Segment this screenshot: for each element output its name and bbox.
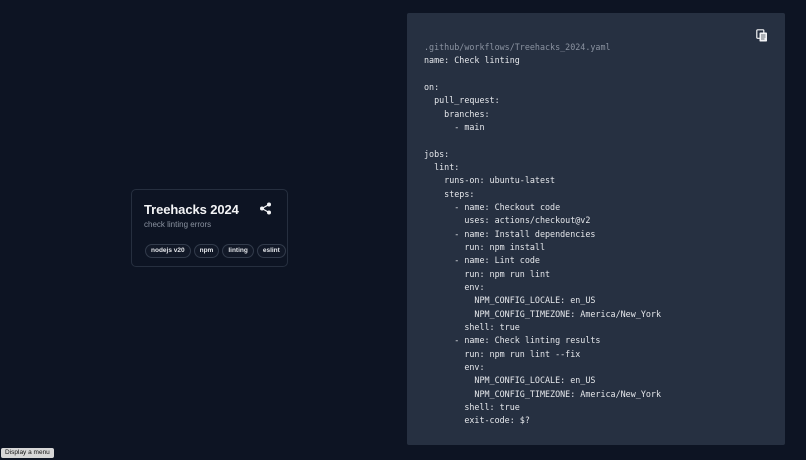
code-line: - main	[424, 121, 485, 132]
code-line: runs-on: ubuntu-latest	[424, 175, 556, 186]
project-subtitle: check linting errors	[144, 220, 212, 229]
tag[interactable]: nodejs v20	[145, 244, 191, 258]
file-path: .github/workflows/Treehacks_2024.yaml	[424, 42, 611, 52]
code-line: NPM_CONFIG_LOCALE: en_US	[424, 375, 596, 386]
project-card[interactable]: Treehacks 2024 check linting errors node…	[131, 189, 288, 267]
code-line: run: npm run lint	[424, 268, 551, 279]
code-line: shell: true	[424, 401, 520, 412]
code-line: exit-code: $?	[424, 415, 530, 426]
code-line: NPM_CONFIG_LOCALE: en_US	[424, 295, 596, 306]
code-line: name: Check linting	[424, 55, 520, 66]
tag[interactable]: linting	[222, 244, 254, 258]
tag[interactable]: npm	[193, 244, 220, 258]
code-line: env:	[424, 281, 485, 292]
code-line: run: npm run lint --fix	[424, 348, 581, 359]
tag-list: nodejs v20 npm linting eslint	[145, 244, 286, 258]
code-line: - name: Install dependencies	[424, 228, 596, 239]
code-line: pull_request:	[424, 95, 500, 106]
code-line: - name: Check linting results	[424, 335, 601, 346]
code-line: env:	[424, 361, 485, 372]
code-panel: .github/workflows/Treehacks_2024.yaml na…	[407, 13, 785, 445]
code-line: NPM_CONFIG_TIMEZONE: America/New_York	[424, 308, 661, 319]
share-icon[interactable]	[259, 202, 272, 215]
code-line: - name: Checkout code	[424, 201, 561, 212]
code-line: - name: Lint code	[424, 255, 540, 266]
tag[interactable]: eslint	[256, 244, 286, 258]
code-line: jobs:	[424, 148, 450, 159]
code-line: NPM_CONFIG_TIMEZONE: America/New_York	[424, 388, 661, 399]
code-line: run: npm install	[424, 241, 546, 252]
code-line: steps:	[424, 188, 475, 199]
menu-tooltip: Display a menu	[1, 448, 54, 458]
code-line: uses: actions/checkout@v2	[424, 215, 591, 226]
code-line: lint:	[424, 161, 460, 172]
code-line: shell: true	[424, 321, 520, 332]
project-title: Treehacks 2024	[144, 202, 239, 217]
code-line: on:	[424, 81, 440, 92]
code-line: branches:	[424, 108, 490, 119]
code-block: .github/workflows/Treehacks_2024.yaml na…	[424, 41, 661, 428]
copy-icon[interactable]	[756, 29, 768, 42]
